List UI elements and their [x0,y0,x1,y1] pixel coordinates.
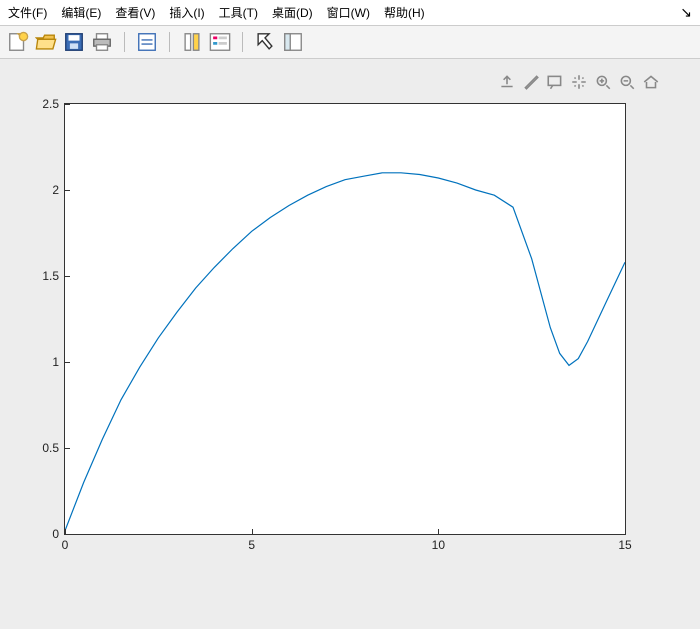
y-tick-label: 2 [52,183,65,197]
home-icon[interactable] [642,73,660,94]
brush-icon[interactable] [522,73,540,94]
x-tick-label: 10 [432,534,445,552]
menu-insert[interactable]: 插入(I) [169,4,204,21]
datatips-icon[interactable] [546,73,564,94]
x-tick-label: 5 [248,534,255,552]
dock-arrow-icon[interactable]: ↘ [680,4,692,21]
menu-bar: 文件(F) 编辑(E) 查看(V) 插入(I) 工具(T) 桌面(D) 窗口(W… [0,0,700,26]
zoom-out-icon[interactable] [618,73,636,94]
x-tick-label: 15 [618,534,631,552]
menu-help[interactable]: 帮助(H) [384,4,425,21]
menu-file[interactable]: 文件(F) [8,4,47,21]
insert-colorbar-button[interactable] [180,30,204,54]
toolbar-separator [169,32,170,52]
y-tick-label: 1.5 [42,269,65,283]
axes[interactable]: 00.511.522.5051015 [64,103,626,535]
export-icon[interactable] [498,73,516,94]
y-tick-label: 0.5 [42,441,65,455]
menu-edit[interactable]: 编辑(E) [61,4,101,21]
x-tick-label: 0 [62,534,69,552]
zoom-in-icon[interactable] [594,73,612,94]
edit-plot-button[interactable] [253,30,277,54]
new-figure-button[interactable] [6,30,30,54]
figure-area: 00.511.522.5051015 [0,59,700,629]
y-tick-label: 2.5 [42,97,65,111]
pan-icon[interactable] [570,73,588,94]
print-button[interactable] [90,30,114,54]
y-tick-label: 1 [52,355,65,369]
menu-view[interactable]: 查看(V) [115,4,155,21]
plot-line [65,104,625,534]
menu-window[interactable]: 窗口(W) [327,4,370,21]
insert-legend-button[interactable] [208,30,232,54]
open-button[interactable] [34,30,58,54]
menu-tools[interactable]: 工具(T) [219,4,258,21]
plot-tools-button[interactable] [281,30,305,54]
toolbar-separator [124,32,125,52]
toolbar-separator [242,32,243,52]
toolbar [0,26,700,59]
menu-desktop[interactable]: 桌面(D) [272,4,313,21]
save-button[interactable] [62,30,86,54]
axes-toolbar [498,73,660,94]
link-axes-button[interactable] [135,30,159,54]
